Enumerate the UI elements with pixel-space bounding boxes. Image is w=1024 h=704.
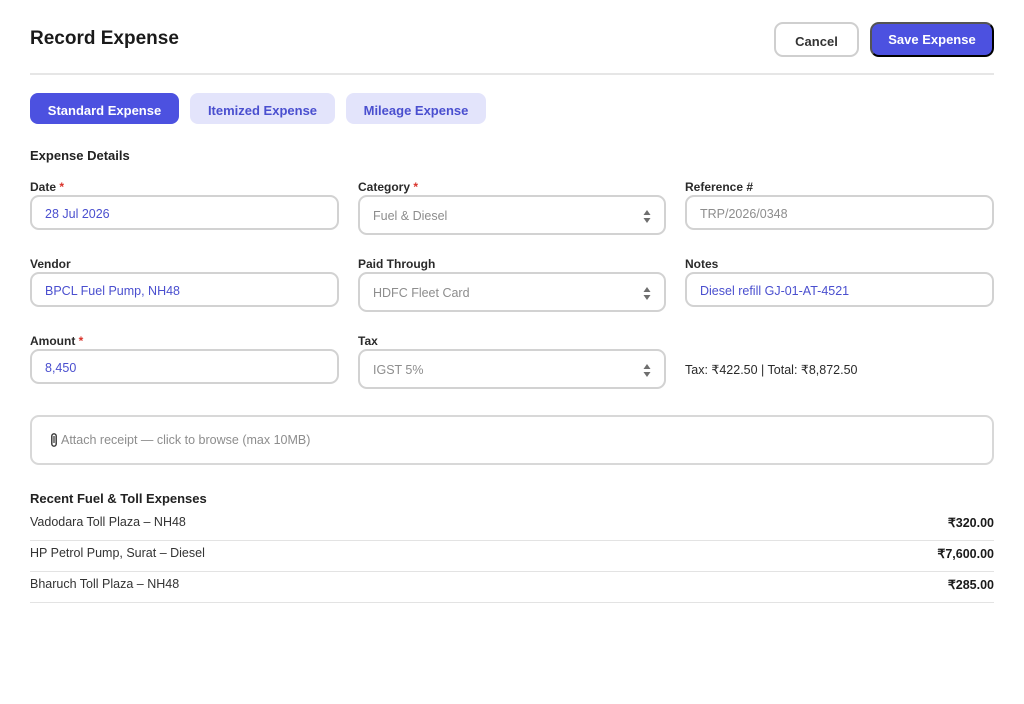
page-header: Record Expense Cancel Save Expense	[30, 22, 994, 75]
expense-description: Vadodara Toll Plaza – NH48	[30, 515, 186, 529]
expense-description: HP Petrol Pump, Surat – Diesel	[30, 546, 205, 560]
amount-label-text: Amount	[30, 334, 76, 348]
category-label-text: Category	[358, 180, 411, 194]
category-label: Category *	[358, 180, 418, 194]
tax-label: Tax	[358, 334, 378, 348]
cancel-button[interactable]: Cancel	[774, 22, 859, 57]
category-select[interactable]: Fuel & Diesel	[358, 195, 666, 235]
date-value: 28 Jul 2026	[45, 206, 110, 221]
paid-through-value: HDFC Fleet Card	[373, 286, 470, 300]
paperclip-icon	[51, 433, 57, 447]
paid-through-label: Paid Through	[358, 257, 436, 271]
expense-details-title: Expense Details	[30, 148, 130, 163]
list-item[interactable]: HP Petrol Pump, Surat – Diesel ₹7,600.00	[30, 541, 994, 572]
vendor-label: Vendor	[30, 257, 71, 271]
required-marker: *	[59, 180, 65, 194]
notes-label: Notes	[685, 257, 719, 271]
amount-value: 8,450	[45, 360, 77, 375]
list-item[interactable]: Bharuch Toll Plaza – NH48 ₹285.00	[30, 572, 994, 603]
tax-select[interactable]: IGST 5%	[358, 349, 666, 389]
category-value: Fuel & Diesel	[373, 209, 448, 223]
paid-through-select[interactable]: HDFC Fleet Card	[358, 272, 666, 312]
expense-description: Bharuch Toll Plaza – NH48	[30, 577, 180, 591]
tab-standard-expense[interactable]: Standard Expense	[30, 93, 179, 124]
date-field[interactable]: 28 Jul 2026	[30, 195, 339, 230]
reference-field[interactable]: TRP/2026/0348	[685, 195, 994, 230]
tax-total-summary: Tax: ₹422.50 | Total: ₹8,872.50	[685, 363, 858, 377]
required-marker: *	[413, 180, 419, 194]
attach-receipt-text: Attach receipt — click to browse (max 10…	[61, 433, 311, 447]
vendor-field[interactable]: BPCL Fuel Pump, NH48	[30, 272, 339, 307]
expense-amount: ₹320.00	[947, 516, 994, 530]
expense-amount: ₹7,600.00	[937, 547, 994, 561]
amount-label: Amount *	[30, 334, 83, 348]
reference-placeholder: TRP/2026/0348	[700, 206, 788, 221]
select-arrows-icon	[643, 287, 651, 300]
select-arrows-icon	[643, 364, 651, 377]
amount-field[interactable]: 8,450	[30, 349, 339, 384]
select-arrows-icon	[643, 210, 651, 223]
attach-receipt-dropzone[interactable]: Attach receipt — click to browse (max 10…	[30, 415, 994, 465]
date-label-text: Date	[30, 180, 57, 194]
save-expense-button[interactable]: Save Expense	[870, 22, 994, 57]
tab-itemized-expense[interactable]: Itemized Expense	[190, 93, 335, 124]
list-item[interactable]: Vadodara Toll Plaza – NH48 ₹320.00	[30, 510, 994, 541]
notes-value: Diesel refill GJ-01-AT-4521	[700, 283, 850, 298]
notes-field[interactable]: Diesel refill GJ-01-AT-4521	[685, 272, 994, 307]
tax-value: IGST 5%	[373, 363, 424, 377]
page-title: Record Expense	[30, 28, 179, 49]
tab-mileage-expense[interactable]: Mileage Expense	[346, 93, 486, 124]
expense-amount: ₹285.00	[947, 578, 994, 592]
required-marker: *	[78, 334, 84, 348]
reference-label: Reference #	[685, 180, 754, 194]
date-label: Date *	[30, 180, 64, 194]
vendor-value: BPCL Fuel Pump, NH48	[45, 283, 181, 298]
recent-expenses-title: Recent Fuel & Toll Expenses	[30, 491, 207, 506]
